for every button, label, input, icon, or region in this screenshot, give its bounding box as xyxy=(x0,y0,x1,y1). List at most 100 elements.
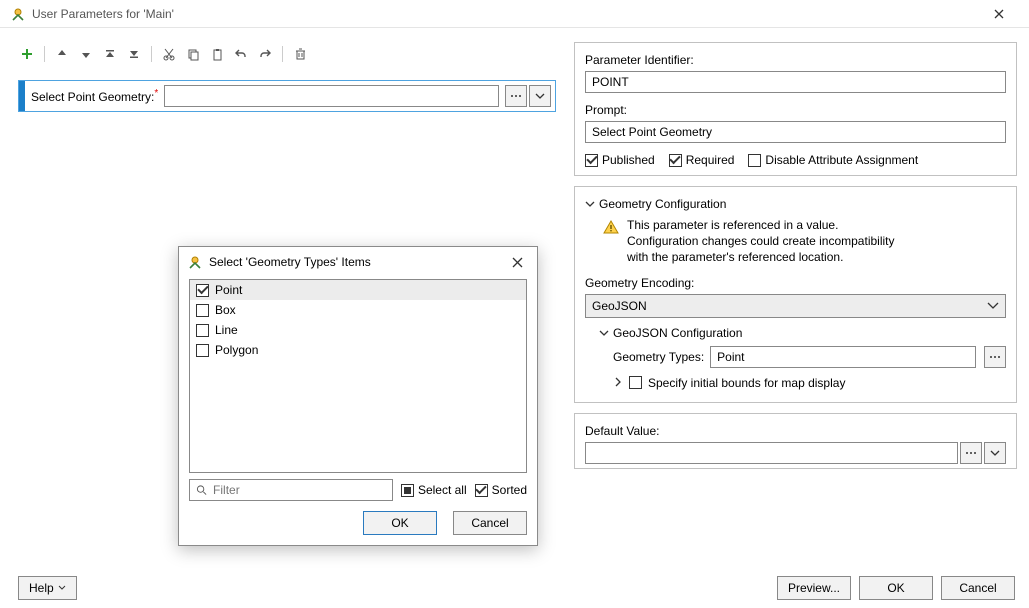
list-item[interactable]: Point xyxy=(190,280,526,300)
select-all-label: Select all xyxy=(418,483,467,497)
geometry-types-input[interactable] xyxy=(710,346,976,368)
main-cancel-button[interactable]: Cancel xyxy=(941,576,1015,600)
published-label: Published xyxy=(602,153,655,167)
list-item-label: Box xyxy=(215,303,236,317)
default-label: Default Value: xyxy=(585,424,1006,438)
list-item[interactable]: Polygon xyxy=(190,340,526,360)
delete-button[interactable] xyxy=(291,45,309,63)
warning-line: Configuration changes could create incom… xyxy=(627,233,895,249)
parameter-label: Select Point Geometry:* xyxy=(31,88,160,104)
list-item-label: Line xyxy=(215,323,238,337)
default-value-input[interactable] xyxy=(585,442,958,464)
select-items-dialog: Select 'Geometry Types' Items Point Box … xyxy=(178,246,538,546)
move-to-bottom-button[interactable] xyxy=(125,45,143,63)
geometry-types-label: Geometry Types: xyxy=(613,350,704,364)
warning-line: This parameter is referenced in a value. xyxy=(627,217,895,233)
check-icon xyxy=(475,484,488,497)
section-title: Geometry Configuration xyxy=(599,197,726,211)
parameter-dropdown-button[interactable] xyxy=(529,85,551,107)
paste-button[interactable] xyxy=(208,45,226,63)
prompt-input[interactable] xyxy=(585,121,1006,143)
encoding-value: GeoJSON xyxy=(592,299,647,313)
check-icon xyxy=(585,154,598,167)
footer: Help Preview... OK Cancel xyxy=(0,568,1029,608)
chevron-right-icon[interactable] xyxy=(613,376,623,390)
configuration-panel: Geometry Configuration This parameter is… xyxy=(574,186,1017,403)
warning-line: with the parameter's referenced location… xyxy=(627,249,895,265)
parameter-browse-button[interactable] xyxy=(505,85,527,107)
disable-assignment-checkbox[interactable]: Disable Attribute Assignment xyxy=(748,153,918,167)
help-button[interactable]: Help xyxy=(18,576,77,600)
list-item-label: Polygon xyxy=(215,343,258,357)
check-icon xyxy=(629,376,642,389)
list-item[interactable]: Box xyxy=(190,300,526,320)
check-icon xyxy=(196,284,209,297)
dialog-close-button[interactable] xyxy=(505,250,529,274)
required-label: Required xyxy=(686,153,735,167)
row-handle[interactable] xyxy=(19,81,25,111)
parameter-row[interactable]: Select Point Geometry:* xyxy=(18,80,556,112)
dialog-cancel-button[interactable]: Cancel xyxy=(453,511,527,535)
check-icon xyxy=(196,304,209,317)
main-ok-button[interactable]: OK xyxy=(859,576,933,600)
app-icon xyxy=(10,6,26,22)
toolbar-separator xyxy=(44,46,45,62)
check-icon xyxy=(196,344,209,357)
parameter-label-text: Select Point Geometry: xyxy=(31,90,154,104)
move-down-button[interactable] xyxy=(77,45,95,63)
dialog-title: Select 'Geometry Types' Items xyxy=(209,255,505,269)
default-browse-button[interactable] xyxy=(960,442,982,464)
identifier-input[interactable] xyxy=(585,71,1006,93)
parameter-value-field[interactable] xyxy=(164,85,499,107)
filter-input-wrapper[interactable] xyxy=(189,479,393,501)
cut-button[interactable] xyxy=(160,45,178,63)
copy-button[interactable] xyxy=(184,45,202,63)
undo-button[interactable] xyxy=(232,45,250,63)
chevron-down-icon xyxy=(58,585,66,591)
geometry-types-browse-button[interactable] xyxy=(984,346,1006,368)
properties-panel: Parameter Identifier: Prompt: Published … xyxy=(574,42,1017,176)
app-icon xyxy=(187,254,203,270)
filter-input[interactable] xyxy=(211,482,386,498)
default-dropdown-button[interactable] xyxy=(984,442,1006,464)
check-icon xyxy=(748,154,761,167)
sorted-label: Sorted xyxy=(492,483,527,497)
disable-label: Disable Attribute Assignment xyxy=(765,153,918,167)
list-item-label: Point xyxy=(215,283,242,297)
section-header-geometry-config[interactable]: Geometry Configuration xyxy=(585,197,1006,211)
identifier-label: Parameter Identifier: xyxy=(585,53,1006,67)
specify-bounds-checkbox[interactable]: Specify initial bounds for map display xyxy=(629,376,845,390)
section-header-geojson-config[interactable]: GeoJSON Configuration xyxy=(599,326,1006,340)
preview-button[interactable]: Preview... xyxy=(777,576,851,600)
prompt-label: Prompt: xyxy=(585,103,1006,117)
chevron-down-icon xyxy=(599,326,609,340)
add-button[interactable] xyxy=(18,45,36,63)
chevron-down-icon xyxy=(585,197,595,211)
select-all-toggle[interactable]: Select all xyxy=(401,483,467,497)
list-item[interactable]: Line xyxy=(190,320,526,340)
warning-text: This parameter is referenced in a value.… xyxy=(627,217,895,266)
encoding-label: Geometry Encoding: xyxy=(585,276,1006,290)
toolbar-separator xyxy=(282,46,283,62)
dialog-ok-button[interactable]: OK xyxy=(363,511,437,535)
chevron-down-icon xyxy=(987,302,999,310)
window-title: User Parameters for 'Main' xyxy=(32,7,979,21)
dialog-titlebar: Select 'Geometry Types' Items xyxy=(179,247,537,277)
move-up-button[interactable] xyxy=(53,45,71,63)
required-asterisk: * xyxy=(154,88,158,99)
move-to-top-button[interactable] xyxy=(101,45,119,63)
redo-button[interactable] xyxy=(256,45,274,63)
published-checkbox[interactable]: Published xyxy=(585,153,655,167)
encoding-dropdown[interactable]: GeoJSON xyxy=(585,294,1006,318)
required-checkbox[interactable]: Required xyxy=(669,153,735,167)
items-list[interactable]: Point Box Line Polygon xyxy=(189,279,527,473)
toolbar-separator xyxy=(151,46,152,62)
check-icon xyxy=(669,154,682,167)
search-icon xyxy=(196,484,207,496)
sorted-toggle[interactable]: Sorted xyxy=(475,483,527,497)
window-close-button[interactable] xyxy=(979,0,1019,28)
specify-bounds-label: Specify initial bounds for map display xyxy=(648,376,845,390)
help-label: Help xyxy=(29,581,54,595)
square-icon xyxy=(401,484,414,497)
window-titlebar: User Parameters for 'Main' xyxy=(0,0,1029,28)
